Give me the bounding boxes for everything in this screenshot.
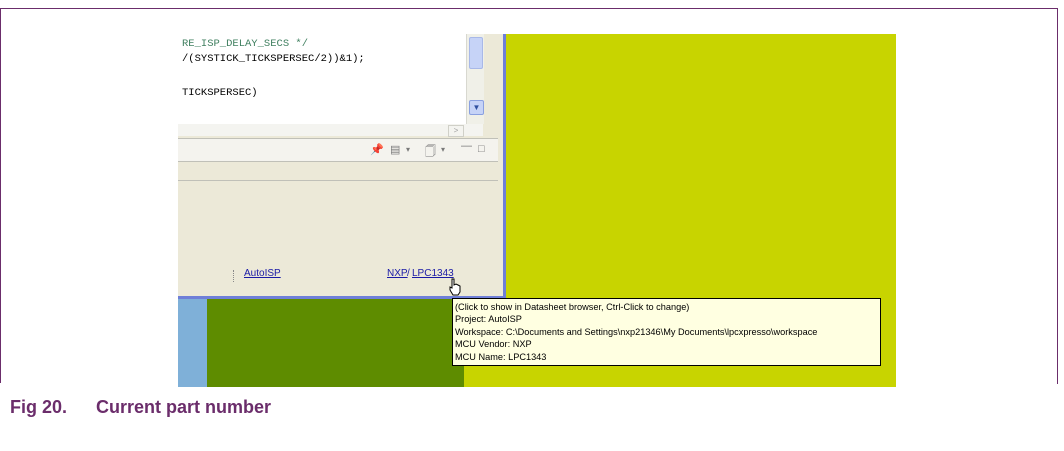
code-line: TICKSPERSEC): [182, 87, 258, 99]
monitor-icon[interactable]: ▤: [390, 143, 400, 156]
code-line: /(SYSTICK_TICKSPERSEC/2))&1);: [182, 53, 365, 65]
tooltip-line: Project: AutoISP: [455, 314, 522, 325]
code-line: RE_ISP_DELAY_SECS */: [182, 38, 309, 50]
tooltip-line: MCU Name: LPC1343: [455, 351, 547, 362]
figure-number: Fig 20.: [10, 397, 68, 417]
horizontal-scrollbar[interactable]: >: [178, 124, 483, 137]
maximize-icon[interactable]: □: [478, 143, 485, 155]
hand-cursor-icon: [449, 278, 461, 296]
screenshot: RE_ISP_DELAY_SECS */ /(SYSTICK_TICKSPERS…: [178, 34, 896, 387]
code-editor[interactable]: RE_ISP_DELAY_SECS */ /(SYSTICK_TICKSPERS…: [178, 34, 466, 124]
view-toolbar: 📌 ▤ ▾ 🗍 ▾ — □: [178, 138, 498, 162]
scroll-down-icon[interactable]: ▼: [469, 100, 484, 115]
figure-caption: Fig 20. Current part number: [10, 397, 271, 418]
link-separator: /: [407, 268, 410, 279]
tooltip-line: Workspace: C:\Documents and Settings\nxp…: [455, 326, 818, 337]
tooltip-line: (Click to show in Datasheet browser, Ctr…: [455, 302, 690, 312]
part-number-tooltip: (Click to show in Datasheet browser, Ctr…: [452, 298, 881, 366]
view-area: [178, 180, 498, 266]
dropdown-icon[interactable]: ▾: [441, 145, 445, 154]
minimize-icon[interactable]: —: [461, 140, 472, 152]
tooltip-line: MCU Vendor: NXP: [455, 339, 532, 350]
scroll-thumb[interactable]: [469, 37, 483, 69]
vertical-scrollbar[interactable]: ▼: [466, 34, 484, 124]
dropdown-icon[interactable]: ▾: [406, 145, 410, 154]
figure-title: Current part number: [96, 397, 272, 417]
pin-icon[interactable]: 📌: [370, 143, 384, 156]
desktop-blue-strip: [178, 299, 207, 387]
project-link[interactable]: AutoISP: [244, 268, 281, 279]
vendor-link[interactable]: NXP: [387, 268, 408, 279]
scroll-right-icon[interactable]: >: [448, 125, 464, 137]
ide-window: RE_ISP_DELAY_SECS */ /(SYSTICK_TICKSPERS…: [178, 34, 506, 299]
new-view-icon[interactable]: 🗍: [425, 143, 436, 162]
desktop-green-block: [207, 299, 464, 387]
status-separator: [233, 270, 234, 282]
